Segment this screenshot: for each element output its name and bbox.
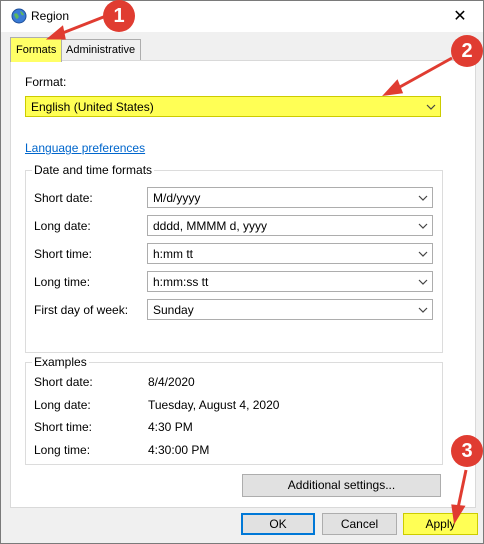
- short-date-dropdown[interactable]: M/d/yyyy: [147, 187, 433, 208]
- chevron-down-icon: [418, 223, 428, 229]
- long-time-label: Long time:: [34, 275, 91, 289]
- long-time-value: h:mm:ss tt: [153, 275, 209, 289]
- format-label: Format:: [25, 75, 67, 89]
- formats-panel: Format: English (United States) Language…: [10, 60, 476, 508]
- first-day-of-week-dropdown[interactable]: Sunday: [147, 299, 433, 320]
- chevron-down-icon: [418, 195, 428, 201]
- first-day-of-week-label: First day of week:: [34, 303, 129, 317]
- chevron-down-icon: [418, 251, 428, 257]
- long-date-value: dddd, MMMM d, yyyy: [153, 219, 268, 233]
- example-short-date-label: Short date:: [34, 375, 93, 389]
- step-marker-2: 2: [451, 35, 483, 67]
- step-marker-3: 3: [451, 435, 483, 467]
- chevron-down-icon: [426, 104, 436, 110]
- example-long-time-value: 4:30:00 PM: [148, 443, 210, 457]
- example-long-time-label: Long time:: [34, 443, 91, 457]
- short-time-value: h:mm tt: [153, 247, 194, 261]
- example-short-time-value: 4:30 PM: [148, 420, 193, 434]
- examples-group: Examples Short date: 8/4/2020 Long date:…: [25, 355, 443, 465]
- tab-administrative[interactable]: Administrative: [60, 39, 142, 60]
- example-long-date-value: Tuesday, August 4, 2020: [148, 398, 280, 412]
- long-date-dropdown[interactable]: dddd, MMMM d, yyyy: [147, 215, 433, 236]
- short-time-dropdown[interactable]: h:mm tt: [147, 243, 433, 264]
- apply-button[interactable]: Apply: [403, 513, 478, 535]
- ok-button[interactable]: OK: [241, 513, 315, 535]
- short-date-value: M/d/yyyy: [153, 191, 201, 205]
- step-marker-1: 1: [103, 0, 135, 32]
- long-date-label: Long date:: [34, 219, 91, 233]
- close-icon: ✕: [453, 8, 467, 25]
- examples-title: Examples: [32, 355, 89, 369]
- region-dialog: Region ✕ Formats Administrative Format: …: [0, 0, 484, 544]
- date-time-formats-title: Date and time formats: [32, 163, 155, 177]
- tab-formats[interactable]: Formats: [10, 37, 63, 62]
- short-time-label: Short time:: [34, 247, 93, 261]
- chevron-down-icon: [418, 279, 428, 285]
- globe-icon: [11, 8, 27, 24]
- example-short-time-label: Short time:: [34, 420, 93, 434]
- date-time-formats-group: Date and time formats Short date: M/d/yy…: [25, 163, 443, 353]
- first-day-of-week-value: Sunday: [153, 303, 194, 317]
- long-time-dropdown[interactable]: h:mm:ss tt: [147, 271, 433, 292]
- additional-settings-button[interactable]: Additional settings...: [242, 474, 441, 497]
- title-bar: Region ✕: [1, 1, 483, 32]
- example-long-date-label: Long date:: [34, 398, 91, 412]
- format-dropdown[interactable]: English (United States): [25, 96, 441, 117]
- cancel-button[interactable]: Cancel: [322, 513, 397, 535]
- language-preferences-link[interactable]: Language preferences: [25, 141, 145, 155]
- close-button[interactable]: ✕: [437, 1, 483, 32]
- short-date-label: Short date:: [34, 191, 93, 205]
- example-short-date-value: 8/4/2020: [148, 375, 195, 389]
- format-value: English (United States): [31, 100, 154, 114]
- window-title: Region: [31, 9, 70, 23]
- chevron-down-icon: [418, 307, 428, 313]
